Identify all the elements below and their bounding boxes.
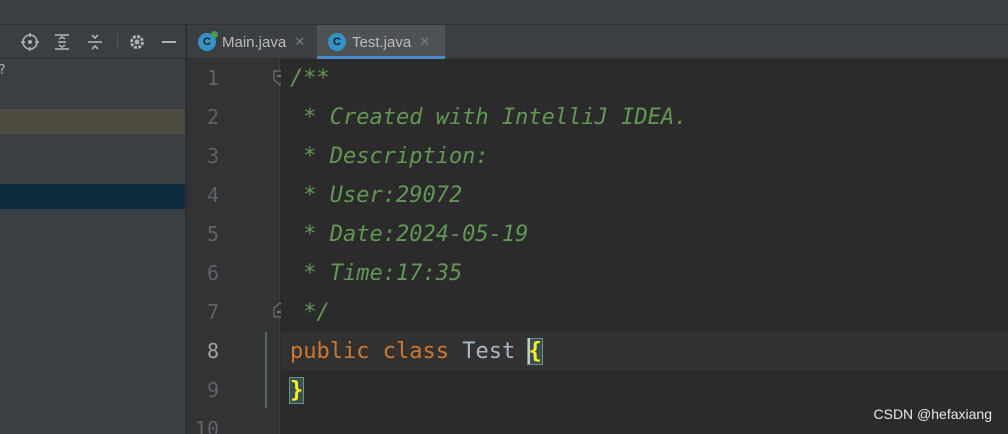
keyword-class: class [382, 339, 449, 364]
toolbar-separator [117, 34, 118, 50]
code-line: /** [290, 66, 330, 91]
code-editor[interactable]: /** * Created with IntelliJ IDEA. * Desc… [281, 59, 1008, 434]
line-number: 3 [206, 144, 219, 168]
line-number: 10 [194, 417, 219, 434]
line-number: 5 [206, 222, 219, 246]
code-line: public class Test { [290, 332, 543, 371]
close-icon[interactable]: ✕ [419, 34, 430, 50]
project-toolbar [0, 25, 186, 59]
code-line: * Date:2024-05-19 [290, 222, 529, 247]
keyword-public: public [290, 339, 370, 364]
code-line: } [288, 371, 305, 410]
code-line: * Description: [290, 144, 489, 169]
line-number: 7 [206, 300, 219, 324]
window-titlebar [0, 0, 1008, 25]
vcs-change-marker[interactable] [265, 332, 267, 408]
close-icon[interactable]: ✕ [294, 34, 305, 50]
gear-icon[interactable] [125, 30, 149, 54]
java-class-icon: C [198, 31, 218, 51]
code-line: * User:29072 [290, 183, 463, 208]
tab-main-java[interactable]: C Main.java ✕ [187, 25, 317, 59]
watermark: CSDN @hefaxiang [873, 406, 993, 422]
sidebar-partial-glyph: ? [0, 63, 6, 78]
sidebar-highlight-row[interactable] [0, 109, 185, 134]
editor-tab-bar: C Main.java ✕ C Test.java ✕ [187, 25, 1008, 59]
line-number: 6 [206, 261, 219, 285]
class-name: Test [462, 339, 516, 364]
sidebar-selected-row[interactable] [0, 184, 185, 209]
line-number-gutter: 1 2 3 4 5 6 7 8 9 10 [187, 59, 287, 434]
expand-all-icon[interactable] [50, 30, 74, 54]
tab-label: Test.java [352, 33, 412, 51]
collapse-all-icon[interactable] [83, 30, 107, 54]
code-line: * Time:17:35 [290, 261, 463, 286]
line-number: 2 [206, 105, 219, 129]
code-line: * Created with IntelliJ IDEA. [290, 105, 688, 130]
project-sidebar: ? [0, 59, 186, 434]
tab-label: Main.java [222, 33, 287, 51]
crosshair-icon[interactable] [18, 30, 42, 54]
close-brace: } [288, 377, 305, 404]
line-number: 1 [206, 66, 219, 90]
tab-test-java[interactable]: C Test.java ✕ [317, 25, 445, 59]
line-number: 4 [206, 183, 219, 207]
text-caret [528, 338, 531, 364]
code-line: */ [290, 300, 330, 325]
minimize-icon[interactable] [157, 30, 181, 54]
java-class-icon: C [328, 33, 346, 51]
